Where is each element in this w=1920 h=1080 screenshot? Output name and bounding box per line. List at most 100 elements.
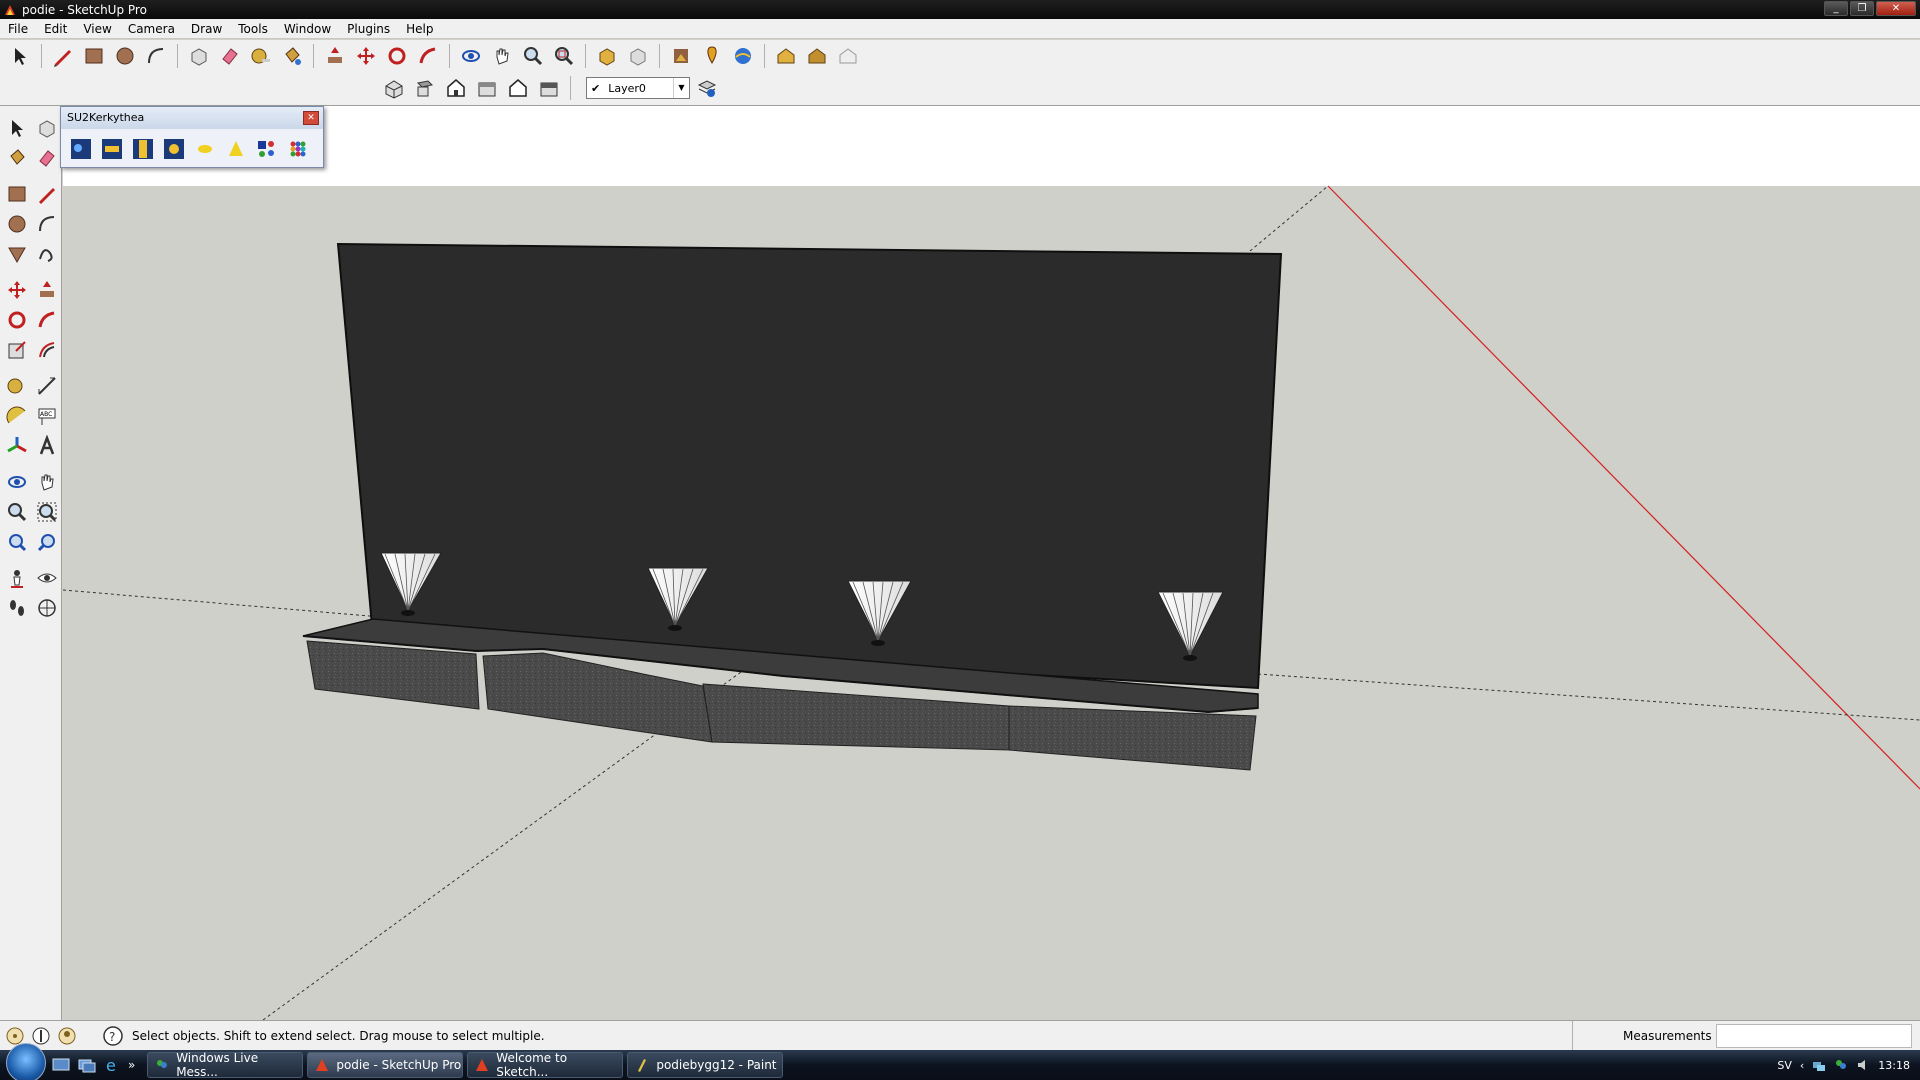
help-icon[interactable]: ?	[102, 1025, 124, 1047]
warehouse-button[interactable]	[772, 42, 800, 70]
pan-tool-button[interactable]	[488, 42, 516, 70]
protractor-tool-button[interactable]	[2, 402, 32, 430]
follow-me-button[interactable]	[414, 42, 442, 70]
select-tool-button[interactable]	[2, 114, 32, 142]
make-component-button[interactable]	[32, 114, 62, 142]
clock[interactable]: 13:18	[1878, 1059, 1910, 1072]
spot-light-button[interactable]	[222, 135, 249, 162]
back-view-button[interactable]	[504, 74, 532, 102]
internet-explorer-icon[interactable]: e	[102, 1054, 124, 1076]
measurements-input[interactable]	[1716, 1024, 1912, 1048]
eraser-tool-button[interactable]	[216, 42, 244, 70]
arc-tool-button[interactable]	[142, 42, 170, 70]
rectangle-tool-button[interactable]	[2, 180, 32, 208]
omni-light-button[interactable]	[191, 135, 218, 162]
get-photo-texture-button[interactable]	[667, 42, 695, 70]
menu-file[interactable]: File	[0, 22, 36, 36]
menu-window[interactable]: Window	[276, 22, 339, 36]
3d-warehouse-button[interactable]	[834, 42, 862, 70]
quicklaunch-overflow-icon[interactable]: »	[128, 1058, 135, 1072]
get-models-button[interactable]	[593, 42, 621, 70]
materials-button[interactable]	[253, 135, 280, 162]
menu-plugins[interactable]: Plugins	[339, 22, 398, 36]
position-camera-button[interactable]	[2, 564, 32, 592]
walk-tool-button[interactable]	[2, 594, 32, 622]
paint-bucket-button[interactable]	[2, 144, 32, 172]
layer-manager-button[interactable]	[693, 74, 721, 102]
rotate-tool-button[interactable]	[383, 42, 411, 70]
network-icon[interactable]	[1812, 1058, 1826, 1072]
restore-button[interactable]: ❐	[1850, 1, 1874, 16]
rectangle-tool-button[interactable]	[80, 42, 108, 70]
tape-measure-button[interactable]	[2, 372, 32, 400]
credits-icon[interactable]	[30, 1025, 52, 1047]
rotate-tool-button[interactable]	[2, 306, 32, 334]
taskbar-item-messenger[interactable]: Windows Live Mess...	[147, 1051, 304, 1079]
switch-windows-icon[interactable]	[76, 1054, 98, 1076]
look-around-button[interactable]	[32, 564, 62, 592]
messenger-tray-icon[interactable]	[1834, 1058, 1848, 1072]
render-button[interactable]	[160, 135, 187, 162]
make-component-button[interactable]	[185, 42, 213, 70]
show-desktop-icon[interactable]	[50, 1054, 72, 1076]
left-view-button[interactable]	[535, 74, 563, 102]
push-pull-button[interactable]	[321, 42, 349, 70]
pan-tool-button[interactable]	[32, 468, 62, 496]
start-button[interactable]	[6, 1043, 46, 1080]
circle-tool-button[interactable]	[2, 210, 32, 238]
paint-bucket-button[interactable]	[278, 42, 306, 70]
axes-tool-button[interactable]	[2, 432, 32, 460]
share-component-button[interactable]	[803, 42, 831, 70]
menu-help[interactable]: Help	[398, 22, 441, 36]
iso-view-button[interactable]	[380, 74, 408, 102]
eraser-tool-button[interactable]	[32, 144, 62, 172]
minimize-button[interactable]: _	[1824, 1, 1848, 16]
3d-text-tool-button[interactable]	[32, 432, 62, 460]
menu-draw[interactable]: Draw	[183, 22, 230, 36]
zoom-tool-button[interactable]	[519, 42, 547, 70]
zoom-extents-button[interactable]	[550, 42, 578, 70]
move-tool-button[interactable]	[352, 42, 380, 70]
export-animation-button[interactable]	[98, 135, 125, 162]
layer-dropdown[interactable]: ✔ Layer0 ▼	[586, 77, 690, 99]
su2kerkythea-title-bar[interactable]: SU2Kerkythea ✕	[61, 107, 323, 129]
circle-tool-button[interactable]	[111, 42, 139, 70]
user-icon[interactable]	[56, 1025, 78, 1047]
select-tool-button[interactable]	[6, 42, 34, 70]
menu-edit[interactable]: Edit	[36, 22, 75, 36]
color-palette-button[interactable]	[284, 135, 311, 162]
taskbar-item-welcome-sketchup[interactable]: Welcome to Sketch...	[467, 1051, 624, 1079]
zoom-window-button[interactable]	[32, 498, 62, 526]
freehand-tool-button[interactable]	[32, 240, 62, 268]
close-icon[interactable]: ✕	[303, 111, 319, 125]
close-button[interactable]: ✕	[1876, 1, 1916, 16]
export-model-button[interactable]	[67, 135, 94, 162]
previous-view-button[interactable]	[2, 528, 32, 556]
model-viewport[interactable]	[63, 106, 1920, 1020]
offset-tool-button[interactable]	[32, 336, 62, 364]
tape-measure-button[interactable]	[247, 42, 275, 70]
zoom-tool-button[interactable]	[2, 498, 32, 526]
toggle-terrain-button[interactable]	[729, 42, 757, 70]
menu-view[interactable]: View	[75, 22, 119, 36]
language-indicator[interactable]: SV	[1777, 1059, 1792, 1072]
taskbar-item-sketchup[interactable]: podie - SketchUp Pro	[307, 1052, 464, 1078]
section-plane-button[interactable]	[32, 594, 62, 622]
tray-expand-icon[interactable]: ‹	[1800, 1059, 1804, 1072]
front-view-button[interactable]	[442, 74, 470, 102]
follow-me-button[interactable]	[32, 306, 62, 334]
3d-scene-canvas[interactable]	[63, 106, 1920, 1020]
menu-tools[interactable]: Tools	[230, 22, 276, 36]
move-tool-button[interactable]	[2, 276, 32, 304]
add-location-button[interactable]	[698, 42, 726, 70]
orbit-tool-button[interactable]	[457, 42, 485, 70]
line-tool-button[interactable]	[49, 42, 77, 70]
dimension-tool-button[interactable]	[32, 372, 62, 400]
scale-tool-button[interactable]	[2, 336, 32, 364]
menu-camera[interactable]: Camera	[120, 22, 183, 36]
film-strip-button[interactable]	[129, 135, 156, 162]
line-tool-button[interactable]	[32, 180, 62, 208]
next-view-button[interactable]	[32, 528, 62, 556]
taskbar-item-paint[interactable]: podiebygg12 - Paint	[627, 1052, 784, 1078]
share-model-button[interactable]	[624, 42, 652, 70]
